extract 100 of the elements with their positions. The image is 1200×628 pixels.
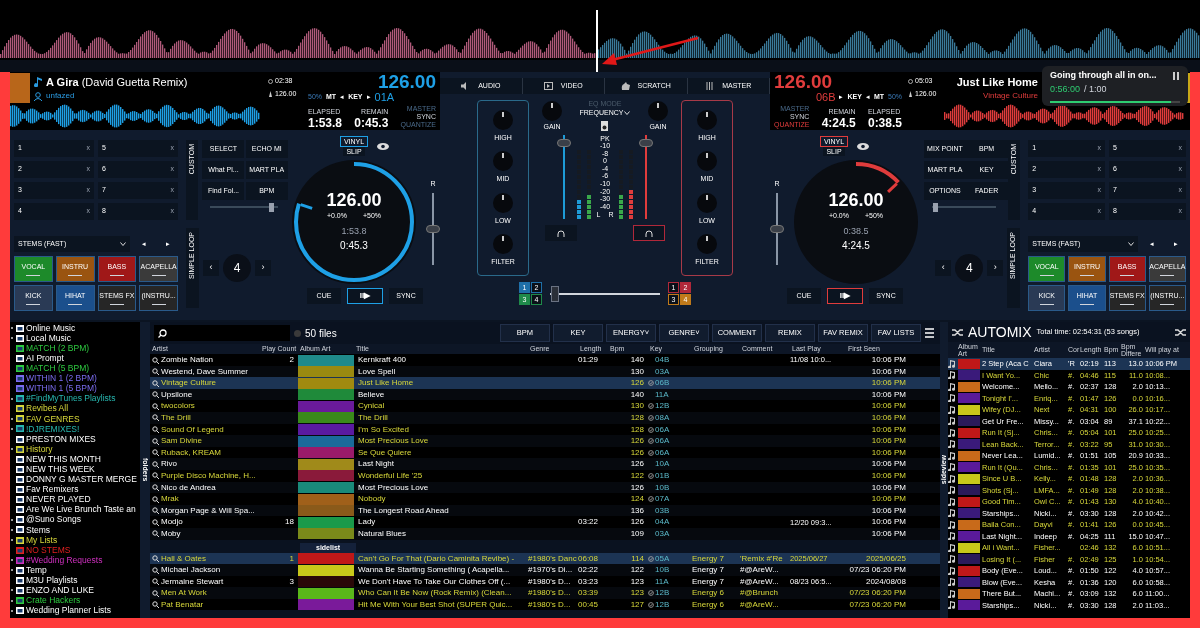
elapsed-time: 0:38.5: [867, 117, 902, 129]
artist-cell: Michael Jackson: [161, 564, 221, 577]
folder-item[interactable]: Revibes All: [10, 403, 140, 414]
key-cell: 05A: [655, 552, 670, 565]
loop-halve-button[interactable]: ‹: [203, 260, 219, 276]
knob[interactable]: [541, 100, 563, 122]
knob[interactable]: [647, 100, 669, 122]
slider-thumb[interactable]: [268, 202, 274, 212]
folder-item[interactable]: MATCH (5 BPM): [10, 363, 140, 374]
folder-item[interactable]: Wedding Planner Lists: [10, 605, 140, 616]
eye-icon[interactable]: [376, 141, 391, 151]
folder-item[interactable]: FAV GENRES: [10, 413, 140, 424]
folder-item[interactable]: WITHIN 1 (2 BPM): [10, 373, 140, 384]
folder-item[interactable]: #Wedding Requests: [10, 555, 140, 566]
custom-slider-track[interactable]: [210, 203, 278, 211]
folder-item[interactable]: My Lists: [10, 534, 140, 546]
shuffle-icon[interactable]: [1175, 327, 1186, 337]
track-row[interactable]: Men At Work Who Can It Be Now (Rock Remix) (Clean... #1980's D... 03:39 123 12B Energy 6 #@Brunch 07/23 06:20 PM: [150, 587, 940, 599]
knob[interactable]: [696, 150, 718, 172]
shuffle-icon[interactable]: [952, 327, 963, 337]
folder-item[interactable]: NEW THIS WEEK: [10, 464, 140, 475]
folder-item[interactable]: PRESTON MIXES: [10, 434, 140, 445]
folder-item[interactable]: MATCH (2 BPM): [10, 343, 140, 354]
eye-icon[interactable]: [856, 141, 871, 151]
circle-check-icon: [648, 380, 654, 387]
play-pause-button[interactable]: II▶: [827, 288, 863, 304]
folder-item[interactable]: !DJREMIXES!: [10, 423, 140, 435]
folder-label: MATCH (2 BPM): [26, 341, 90, 355]
folder-label: NEW THIS MONTH: [26, 453, 101, 466]
search-icon: [158, 328, 167, 338]
key-cell: 06A: [655, 423, 670, 436]
folder-item[interactable]: WITHIN 1 (5 BPM): [10, 383, 140, 394]
jog-wheel[interactable]: [792, 158, 920, 286]
headphones-button[interactable]: [633, 225, 665, 242]
play-pause-button[interactable]: II▶: [347, 288, 383, 304]
jog-bpm: 126.00: [326, 191, 382, 209]
comment-cell-text: #@AreW...: [740, 598, 780, 611]
folder-item[interactable]: Are We Live Brunch Taste an: [10, 504, 140, 515]
search-icon: [152, 437, 159, 445]
play-count-cell-text: 2: [288, 354, 295, 366]
key-value[interactable]: 06B: [815, 88, 836, 106]
knob[interactable]: [696, 233, 718, 255]
title-cell-text: Who Can It Be Now (Rock Remix) (Clean...: [357, 587, 513, 600]
custom-slider-track[interactable]: [932, 203, 997, 211]
track-row[interactable]: twocolors Cynical 130 12B 10:06 PM: [150, 400, 940, 412]
knob[interactable]: [492, 150, 514, 172]
headphones-button[interactable]: [545, 225, 577, 242]
search-field[interactable]: [154, 325, 290, 341]
slider-thumb[interactable]: [932, 202, 938, 212]
knob[interactable]: [492, 233, 514, 255]
pause-icon[interactable]: [1173, 71, 1180, 80]
key-cell: 08A: [655, 411, 670, 424]
key-cell: 03A: [655, 365, 670, 378]
key-cell: 04A: [655, 516, 670, 529]
album-art-placeholder: [958, 577, 980, 588]
search-icon: [152, 356, 159, 364]
speaker-icon: [601, 120, 609, 131]
folder-item[interactable]: DONNY G MASTER MERGE: [10, 474, 140, 485]
folder-item[interactable]: M3U Playlists: [10, 575, 140, 586]
fader-thumb[interactable]: [639, 139, 654, 148]
track-row[interactable]: Rivo Last Night 126 10A 10:06 PM: [150, 458, 940, 470]
fader-thumb[interactable]: [770, 225, 784, 234]
loop-double-button[interactable]: ›: [255, 260, 271, 276]
folder-item[interactable]: Online Music: [10, 323, 140, 334]
loop-double-button[interactable]: ›: [987, 260, 1004, 276]
folder-item[interactable]: History: [10, 444, 140, 455]
artist-cell: Purple Disco Machine, H...: [161, 469, 256, 482]
folder-item[interactable]: Local Music: [10, 333, 140, 344]
folder-item[interactable]: Stems: [10, 524, 140, 535]
bpm-cell-text: 109: [629, 527, 645, 540]
track-row[interactable]: Michael Jackson Wanna Be Starting Something ( Acapella... #1970's Di... 02:22 122 10B Energy 7 #@AreW... 07/23 06:20 PM: [150, 564, 940, 576]
play-count-cell-text: 18: [284, 516, 295, 529]
folder-label: Are We Live Brunch Taste an: [26, 503, 136, 515]
fader-thumb[interactable]: [556, 139, 571, 148]
caret-icon: [1128, 242, 1134, 246]
album-art-placeholder: [958, 439, 980, 450]
track-row[interactable]: Vintage Culture Just Like Home 126 06B 10:06 PM: [150, 377, 940, 389]
folder-item[interactable]: Crate Hackers: [10, 595, 140, 606]
folder-item[interactable]: Fav Remixers: [10, 484, 140, 495]
crossfader-track[interactable]: [550, 285, 660, 302]
loop-halve-button[interactable]: ‹: [935, 260, 952, 276]
folder-item[interactable]: @Suno Songs: [10, 514, 140, 525]
album-art-placeholder: [298, 389, 354, 401]
folder-item[interactable]: NEVER PLAYED: [10, 494, 140, 505]
first-seen-cell-text: 10:06 PM: [870, 493, 907, 506]
key-cell: 06B: [655, 377, 670, 390]
track-row[interactable]: Sam Divine Most Precious Love 126 06A 10:06 PM: [150, 435, 940, 447]
folder-item[interactable]: ENZO AND LUKE: [10, 585, 140, 596]
folder-item[interactable]: AI Prompt: [10, 353, 140, 364]
folder-item[interactable]: NO STEMS: [10, 545, 140, 556]
key-value[interactable]: 01A: [374, 88, 395, 106]
folder-item[interactable]: Temp: [10, 565, 140, 576]
folder-item[interactable]: NEW THIS MONTH: [10, 454, 140, 465]
menu-icon[interactable]: [925, 328, 936, 338]
crossfader-thumb[interactable]: [551, 285, 560, 302]
bpm-cell-text: 130: [629, 365, 645, 378]
folder-item[interactable]: #FindMyTunes Playlists: [10, 393, 140, 404]
jog-wheel[interactable]: [290, 158, 418, 286]
track-row[interactable]: Mrak Nobody 124 07A 10:06 PM: [150, 493, 940, 505]
album-art-placeholder: [298, 366, 354, 378]
